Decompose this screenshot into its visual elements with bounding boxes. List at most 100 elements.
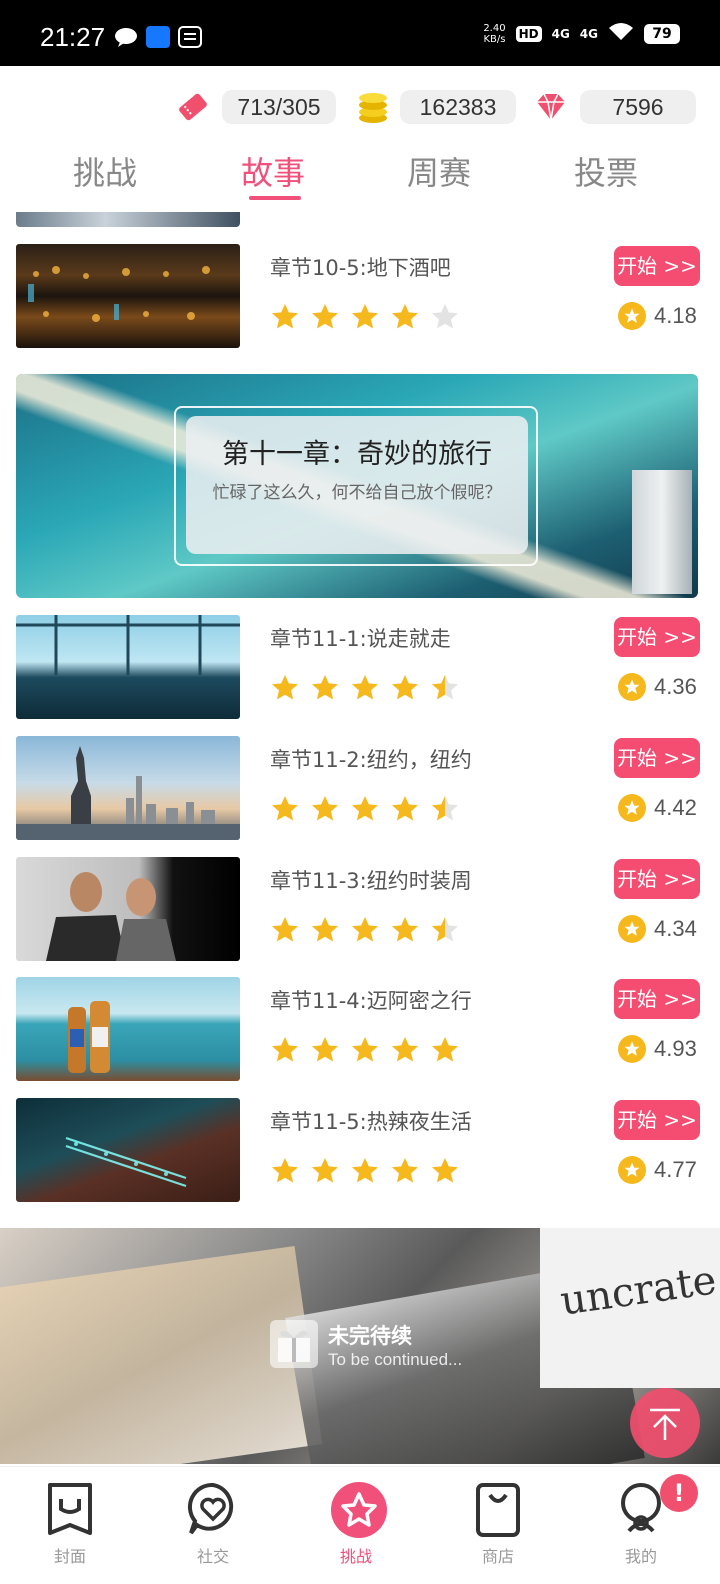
heart-chat-icon [187,1481,239,1539]
rating-score: 4.36 [618,673,697,701]
chapter-title: 章节10-5:地下酒吧 [270,256,451,280]
chapter-banner[interactable]: 第十一章：奇妙的旅行 忙碌了这么久，何不给自己放个假呢？ [16,374,698,598]
ticket-icon [176,90,210,124]
star-icon [310,794,340,824]
tab-weekly[interactable]: 周赛 [379,148,499,194]
star-icon [270,302,300,332]
star-icon [430,1035,460,1065]
chapter-row: 章节11-4:迈阿密之行 开始 >> 4.93 [0,977,720,1081]
star-rating [270,794,460,824]
chapter-thumbnail[interactable] [16,244,240,348]
start-button[interactable]: 开始 >> [614,738,700,778]
chapter-thumbnail[interactable] [16,1098,240,1202]
back-to-top-button[interactable] [630,1388,700,1458]
chapter-thumbnail[interactable] [16,977,240,1081]
cover-icon [44,1481,96,1539]
banner-buildings [632,470,692,594]
chapter-row: 章节11-1:说走就走 开始 >> 4.36 [0,615,720,719]
message-icon [114,26,138,48]
star-icon [310,915,340,945]
chapter-title: 章节11-4:迈阿密之行 [270,989,472,1013]
start-button[interactable]: 开始 >> [614,617,700,657]
star-icon [270,915,300,945]
star-badge-icon [330,1481,387,1539]
tab-bar: 挑战 故事 周赛 投票 [0,148,720,204]
star-icon [350,1035,380,1065]
network-speed: 2.40 KB/s [483,22,506,45]
tab-story[interactable]: 故事 [213,148,333,194]
rating-star-icon [618,1156,646,1184]
chapter-thumbnail[interactable] [16,736,240,840]
chapter-thumbnail[interactable] [16,615,240,719]
star-icon [350,915,380,945]
star-icon [390,1035,420,1065]
rating-score: 4.93 [618,1035,697,1063]
chapter-title: 章节11-2:纽约，纽约 [270,748,472,772]
rating-star-icon [618,302,646,330]
chapter-row: 章节11-2:纽约，纽约 开始 >> 4.42 [0,736,720,840]
tab-vote[interactable]: 投票 [546,148,666,194]
rating-score: 4.18 [618,302,697,330]
chapter-thumbnail[interactable] [16,212,240,227]
nav-label: 商店 [481,1547,514,1566]
star-icon [430,915,460,945]
notification-icons [114,26,202,48]
rating-score: 4.42 [618,794,697,822]
rating-value: 4.77 [654,1157,697,1182]
rating-star-icon [618,794,646,822]
star-icon [270,673,300,703]
star-icon [350,1156,380,1186]
star-icon [390,673,420,703]
status-right: 2.40 KB/s HD 4G 4G 79 [483,22,680,45]
start-button[interactable]: 开始 >> [614,859,700,899]
chapter-title: 章节11-5:热辣夜生活 [270,1110,472,1134]
nav-shop[interactable]: 商店 [448,1481,548,1567]
rating-star-icon [618,915,646,943]
star-icon [390,1156,420,1186]
ticket-count: 713/305 [222,90,336,124]
battery-icon: 79 [644,23,680,44]
star-icon [310,1156,340,1186]
star-rating [270,1156,460,1186]
wifi-icon [608,22,634,45]
nav-label: 封面 [53,1547,86,1566]
gift-icon [270,1320,318,1368]
active-tab-indicator [249,196,301,200]
chapter-row: 章节10-5:地下酒吧 开始 >> 4.18 [0,244,720,348]
diamond-icon [534,90,568,124]
coins-icon [356,90,390,124]
rating-star-icon [618,1035,646,1063]
signal-4g-1: 4G [551,26,570,41]
banner-subtitle: 忙碌了这么久，何不给自己放个假呢？ [212,483,502,503]
start-button[interactable]: 开始 >> [614,979,700,1019]
rating-value: 4.18 [654,303,697,328]
chapter-row: 章节11-5:热辣夜生活 开始 >> 4.77 [0,1098,720,1202]
star-icon [310,673,340,703]
star-icon [390,302,420,332]
star-rating [270,1035,460,1065]
tab-challenge[interactable]: 挑战 [45,148,165,194]
rating-star-icon [618,673,646,701]
star-icon [430,673,460,703]
chapter-title: 章节11-3:纽约时装周 [270,869,472,893]
star-icon [390,915,420,945]
start-button[interactable]: 开始 >> [614,246,700,286]
shopping-bag-icon [472,1481,524,1539]
star-icon [350,302,380,332]
star-icon [270,794,300,824]
chapter-thumbnail[interactable] [16,857,240,961]
chapter-row: 章节11-3:纽约时装周 开始 >> 4.34 [0,857,720,961]
status-time: 21:27 [40,22,106,52]
app-notice-icon [178,26,202,48]
bottom-nav: 封面 社交 挑战 商店 我的 [0,1466,720,1584]
start-button[interactable]: 开始 >> [614,1100,700,1140]
nav-label: 挑战 [339,1547,372,1566]
star-icon [430,794,460,824]
nav-challenge[interactable]: 挑战 [306,1481,406,1567]
rating-value: 4.93 [654,1036,697,1061]
star-icon [310,302,340,332]
nav-social[interactable]: 社交 [163,1481,263,1567]
rating-value: 4.42 [654,795,697,820]
diamond-count: 7596 [580,90,696,124]
nav-cover[interactable]: 封面 [20,1481,120,1567]
